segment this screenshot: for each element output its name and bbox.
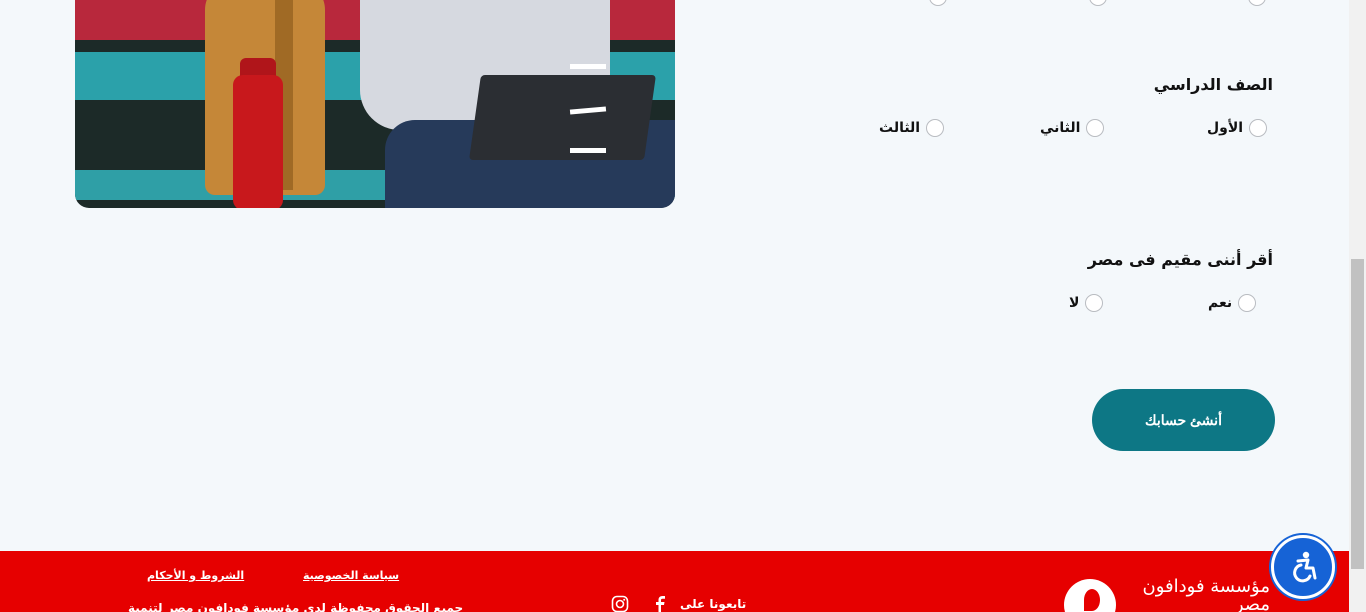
radio-button[interactable]	[1249, 119, 1268, 137]
option-label: لا	[1069, 295, 1080, 311]
radio-button[interactable]	[926, 119, 945, 137]
grade-option-third[interactable]: الثالث	[879, 119, 945, 137]
accessibility-button[interactable]	[1271, 535, 1335, 599]
radio-button[interactable]	[1238, 294, 1257, 312]
prev-radio-1[interactable]	[1248, 0, 1266, 6]
privacy-policy-link[interactable]: سياسة الخصوصية	[303, 569, 399, 582]
logo-text: مؤسسة فودافون مصر	[1142, 576, 1271, 612]
scrollbar-thumb[interactable]	[1351, 259, 1364, 569]
create-account-button[interactable]: أنشئ حسابك	[1092, 389, 1275, 451]
rights-text: جميع الحقوق محفوظة لدى مؤسسة فودافون مصر…	[128, 601, 464, 612]
residency-option-no[interactable]: لا	[1069, 294, 1104, 312]
option-label: الثاني	[1040, 120, 1081, 136]
footer: سياسة الخصوصية الشروط و الأحكام جميع الح…	[0, 551, 1349, 612]
vodafone-logo	[1064, 579, 1116, 612]
terms-link[interactable]: الشروط و الأحكام	[147, 569, 244, 582]
radio-button[interactable]	[1086, 119, 1105, 137]
follow-us-label: تابعونا على	[680, 597, 747, 611]
grade-option-second[interactable]: الثاني	[1040, 119, 1105, 137]
grade-question: الصف الدراسي	[1153, 75, 1273, 94]
prev-radio-2[interactable]	[1089, 0, 1107, 6]
accessibility-icon	[1293, 551, 1317, 583]
prev-radio-3[interactable]	[929, 0, 947, 6]
residency-question: أقر أننى مقيم فى مصر	[1087, 250, 1273, 269]
option-label: الثالث	[879, 120, 921, 136]
facebook-icon[interactable]	[651, 595, 667, 612]
radio-button[interactable]	[1085, 294, 1104, 312]
residency-option-yes[interactable]: نعم	[1208, 294, 1257, 312]
option-label: نعم	[1208, 295, 1233, 311]
page: الصف الدراسي الأول الثاني الثالث أقر أنن…	[0, 0, 1349, 612]
option-label: الأول	[1207, 120, 1244, 136]
instagram-icon[interactable]	[611, 595, 629, 612]
grade-option-first[interactable]: الأول	[1207, 119, 1268, 137]
student-photo	[75, 0, 675, 208]
